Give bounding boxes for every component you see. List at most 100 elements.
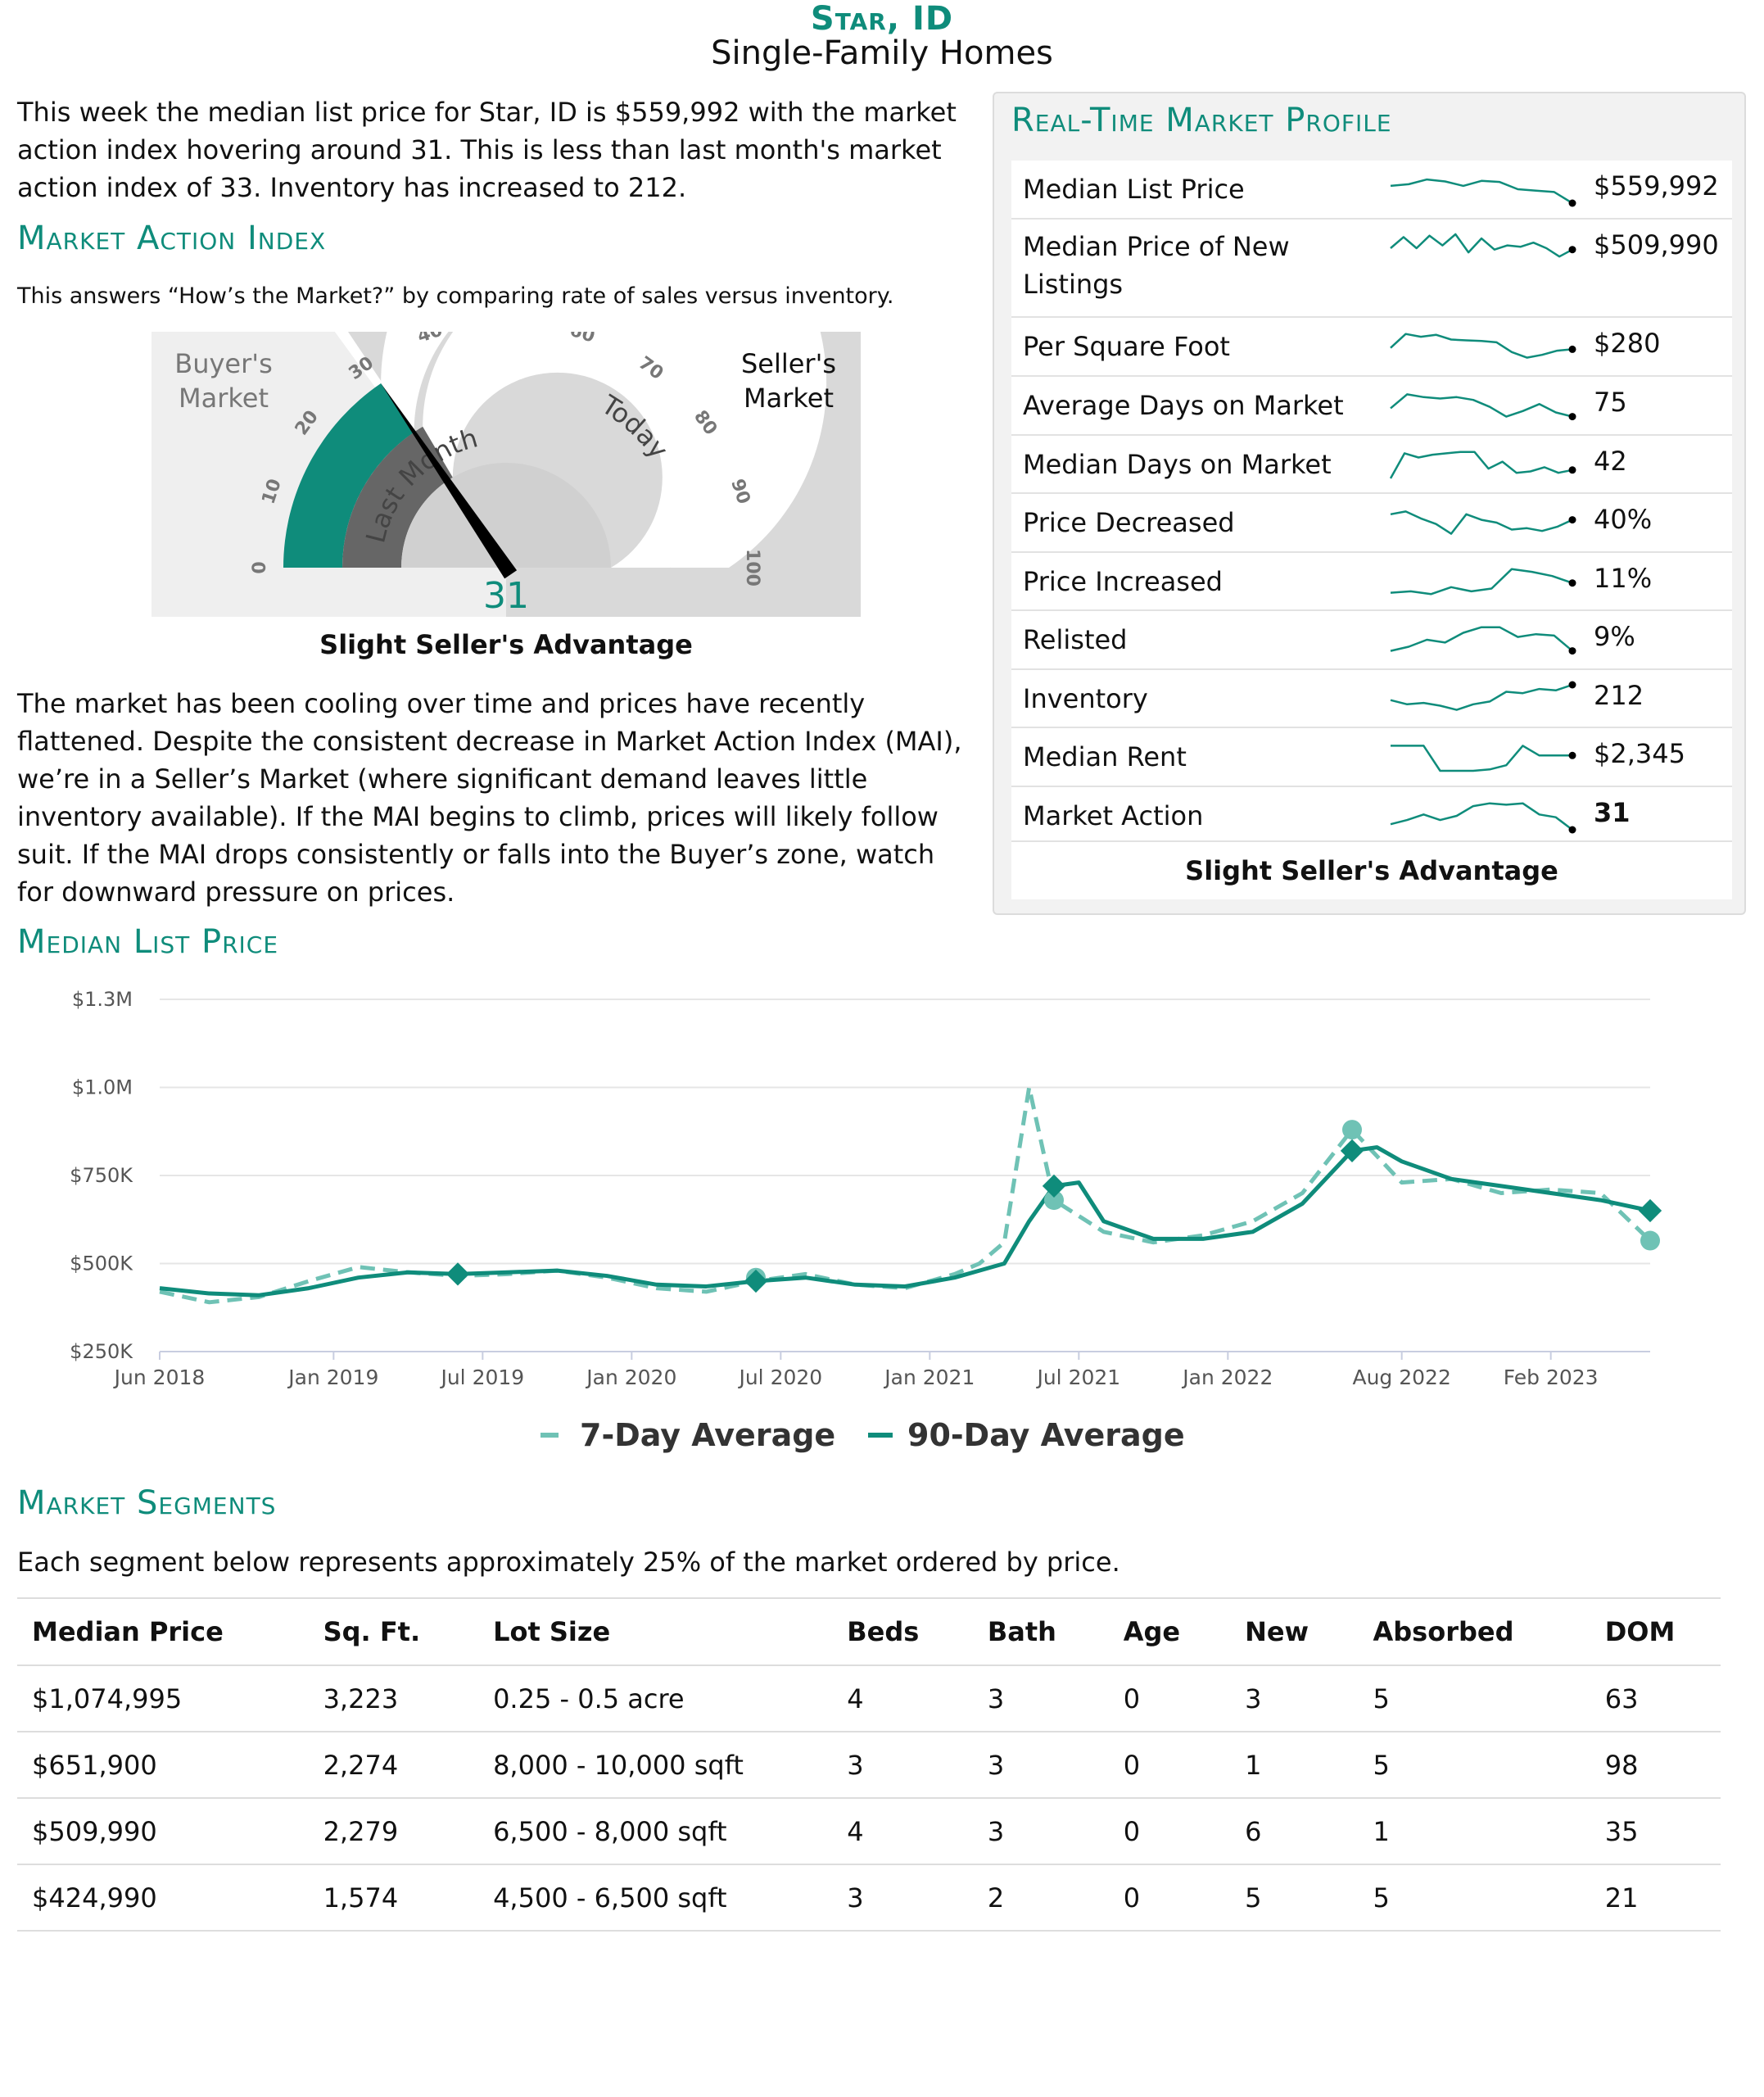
table-cell: 8,000 - 10,000 sqft <box>478 1732 833 1799</box>
table-cell: 3 <box>972 1665 1109 1732</box>
market-profile-heading: Real-Time Market Profile <box>1011 102 1392 139</box>
profile-row: Median Rent $2,345 <box>1011 728 1732 787</box>
table-cell: 21 <box>1590 1864 1721 1932</box>
profile-row-value: 40% <box>1594 504 1653 535</box>
table-cell: 5 <box>1358 1732 1590 1799</box>
y-tick-label: $1.0M <box>72 1076 133 1099</box>
profile-row: Median Days on Market 42 <box>1011 436 1732 494</box>
x-tick-label: Jan 2020 <box>585 1366 676 1389</box>
x-tick-label: Jul 2020 <box>737 1366 822 1389</box>
market-action-index-heading: Market Action Index <box>17 220 327 257</box>
sellers-market-label-line2: Market <box>744 383 834 414</box>
profile-sparkline <box>1390 510 1576 535</box>
table-column-header: Median Price <box>17 1597 309 1666</box>
x-tick-label: Jun 2018 <box>113 1366 206 1389</box>
market-segments-description: Each segment below represents approximat… <box>17 1547 1120 1578</box>
profile-row-value: $559,992 <box>1594 170 1719 202</box>
x-tick-label: Jul 2019 <box>439 1366 524 1389</box>
table-cell: 6,500 - 8,000 sqft <box>478 1798 833 1865</box>
table-cell: 35 <box>1590 1798 1721 1865</box>
table-column-header: Age <box>1108 1597 1231 1666</box>
table-cell: 6 <box>1230 1798 1359 1865</box>
profile-sparkline <box>1389 451 1576 479</box>
profile-row: Median Price of New Listings $509,990 <box>1011 220 1732 318</box>
table-column-header: Bath <box>972 1597 1109 1666</box>
profile-row-label: Median Rent <box>1023 741 1187 772</box>
profile-row-label: Market Action <box>1023 800 1204 831</box>
mai-description: This answers “How’s the Market?” by comp… <box>17 283 894 309</box>
table-cell: 0 <box>1108 1732 1231 1799</box>
profile-row: Price Increased 11% <box>1011 553 1732 611</box>
table-cell: 3 <box>972 1732 1109 1799</box>
profile-row-value: 9% <box>1594 621 1635 652</box>
series-marker <box>1342 1120 1362 1140</box>
table-cell: $509,990 <box>17 1798 309 1865</box>
profile-sparkline <box>1390 568 1576 596</box>
series-marker <box>1640 1230 1660 1251</box>
profile-row-label: Price Decreased <box>1023 507 1235 538</box>
table-column-header: New <box>1230 1597 1359 1666</box>
table-cell: 3,223 <box>308 1665 479 1732</box>
table-cell: 5 <box>1358 1864 1590 1932</box>
table-header-row: Median Price Sq. Ft. Lot Size Beds Bath Age Ne… <box>17 1597 1721 1666</box>
y-tick-label: $750K <box>70 1164 133 1187</box>
intro-paragraph: This week the median list price for Star… <box>17 97 957 203</box>
market-profile-footer: Slight Seller's Advantage <box>1011 842 1732 899</box>
table-row: $1,074,995 3,223 0.25 - 0.5 acre 4 3 0 3 5 63 <box>17 1665 1721 1732</box>
table-cell: 4,500 - 6,500 sqft <box>478 1864 833 1932</box>
gauge-tick-label: 0 <box>250 561 270 573</box>
table-column-header: Absorbed <box>1358 1597 1590 1666</box>
median-list-price-chart: $1.3M $1.0M $750K $500K $250K Jun 2018 Jan 201… <box>70 988 1662 1453</box>
profile-sparkline <box>1390 393 1576 421</box>
profile-row: Average Days on Market 75 <box>1011 377 1732 436</box>
table-cell: 0 <box>1108 1798 1231 1865</box>
table-cell: 1,574 <box>308 1864 479 1932</box>
legend-label: 7-Day Average <box>580 1417 835 1453</box>
table-cell: 0.25 - 0.5 acre <box>478 1665 833 1732</box>
table-cell: 1 <box>1230 1732 1359 1799</box>
profile-sparkline <box>1390 681 1576 711</box>
table-column-header: Sq. Ft. <box>308 1597 479 1666</box>
profile-row-label: Price Increased <box>1023 566 1223 597</box>
x-tick-label: Feb 2023 <box>1504 1366 1599 1389</box>
gauge-tick-label: 100 <box>742 549 762 587</box>
profile-row: Inventory 212 <box>1011 670 1732 728</box>
profile-row: Market Action 31 <box>1011 787 1732 842</box>
profile-row: Per Square Foot $280 <box>1011 318 1732 377</box>
market-segments-heading: Market Segments <box>17 1484 277 1522</box>
series-marker <box>446 1262 470 1286</box>
sellers-market-label: Seller's <box>741 348 836 379</box>
profile-row-label: Inventory <box>1023 683 1148 714</box>
profile-row-value: 11% <box>1594 563 1653 594</box>
y-tick-label: $250K <box>70 1340 133 1363</box>
y-tick-label: $1.3M <box>72 988 133 1011</box>
legend-label: 90-Day Average <box>907 1417 1185 1453</box>
profile-sparkline <box>1390 233 1576 258</box>
page-title: Star, ID <box>810 0 954 38</box>
series-7-day-average-line <box>159 1085 1652 1305</box>
profile-row-label: Relisted <box>1023 624 1128 655</box>
profile-row-value: $2,345 <box>1594 738 1685 769</box>
y-tick-label: $500K <box>70 1252 133 1275</box>
table-cell: 1 <box>1358 1798 1590 1865</box>
table-cell: 3 <box>832 1732 973 1799</box>
profile-row: Relisted 9% <box>1011 611 1732 670</box>
table-cell: 4 <box>832 1798 973 1865</box>
profile-row-label: Per Square Foot <box>1023 331 1230 362</box>
table-cell: 2,274 <box>308 1732 479 1799</box>
table-cell: 0 <box>1108 1665 1231 1732</box>
profile-row-value: 31 <box>1594 797 1631 828</box>
table-cell: 2,279 <box>308 1798 479 1865</box>
x-tick-label: Jan 2021 <box>883 1366 975 1389</box>
table-cell: $651,900 <box>17 1732 309 1799</box>
table-column-header: DOM <box>1590 1597 1721 1666</box>
gauge-value: 31 <box>483 575 529 617</box>
table-cell: 5 <box>1230 1864 1359 1932</box>
profile-sparkline <box>1391 745 1576 772</box>
profile-sparkline <box>1390 626 1576 655</box>
table-cell: $424,990 <box>17 1864 309 1932</box>
buyers-market-label-line2: Market <box>179 383 269 414</box>
x-tick-label: Jan 2019 <box>287 1366 378 1389</box>
table-cell: $1,074,995 <box>17 1665 309 1732</box>
profile-row-label: Median Price of New Listings <box>1023 231 1290 300</box>
